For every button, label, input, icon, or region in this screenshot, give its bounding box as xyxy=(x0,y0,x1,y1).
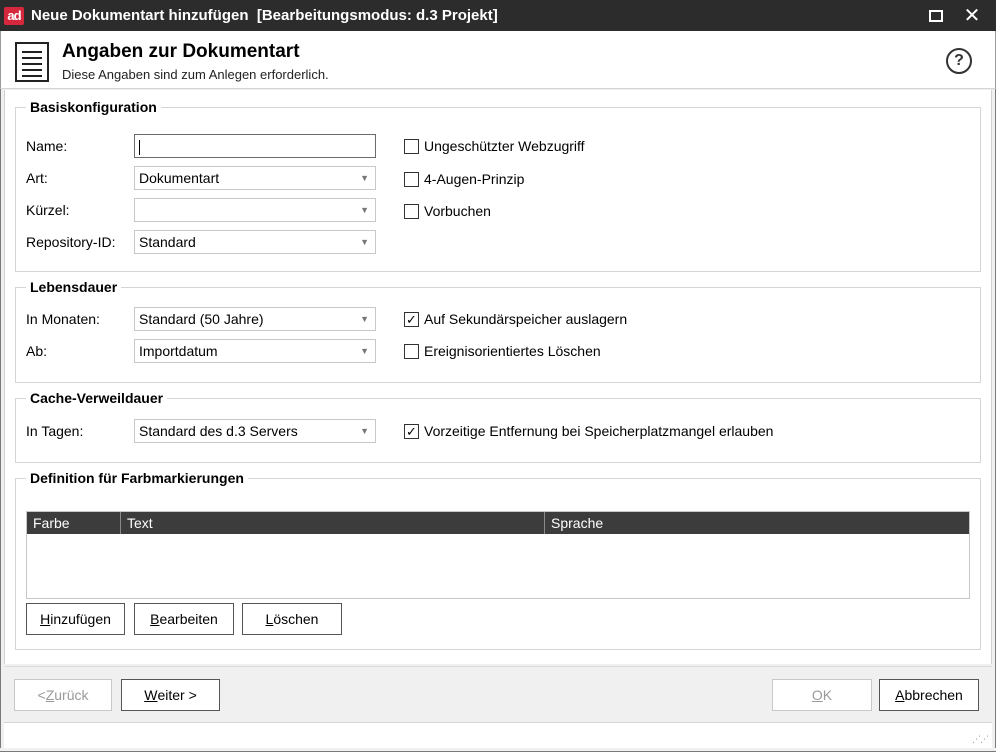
checkbox-sekundaerspeicher-label: Auf Sekundärspeicher auslagern xyxy=(424,311,628,327)
checkbox-ereignis-label: Ereignisorientiertes Löschen xyxy=(424,343,601,359)
window-border-bottom xyxy=(0,748,996,752)
add-button-label: inzufügen xyxy=(50,611,111,627)
delete-button[interactable]: Löschen xyxy=(242,603,342,635)
window-title: Neue Dokumentart hinzufügen [Bearbeitung… xyxy=(31,7,498,24)
column-header-text[interactable]: Text xyxy=(121,512,545,534)
column-header-sprache[interactable]: Sprache xyxy=(545,512,969,534)
checkbox-vier-augen[interactable]: 4-Augen-Prinzip xyxy=(404,169,524,189)
back-button-label: urück xyxy=(54,687,89,703)
cache-legend: Cache-Verweildauer xyxy=(26,389,168,407)
checkbox-box[interactable]: ✓ xyxy=(404,311,419,327)
delete-button-accel: L xyxy=(265,611,274,627)
edit-button-label: earbeiten xyxy=(159,611,218,627)
maximize-button[interactable] xyxy=(916,0,956,31)
chevron-down-icon: ▼ xyxy=(360,314,369,324)
art-select[interactable]: Dokumentart ▼ xyxy=(134,166,376,190)
edit-button-accel: B xyxy=(150,611,160,627)
checkbox-vier-augen-label: 4-Augen-Prinzip xyxy=(424,171,525,187)
edit-button[interactable]: Bearbeiten xyxy=(134,603,234,635)
table-header: Farbe Text Sprache xyxy=(27,512,969,534)
farb-group: Definition für Farbmarkierungen Farbe Te… xyxy=(15,469,981,650)
app-logo-icon: ad xyxy=(4,6,24,25)
tage-select[interactable]: Standard des d.3 Servers ▼ xyxy=(134,419,376,443)
chevron-down-icon: ▼ xyxy=(360,346,369,356)
help-icon[interactable]: ? xyxy=(946,48,972,74)
next-button-accel: W xyxy=(144,687,158,703)
ab-value: Importdatum xyxy=(139,343,218,359)
farb-legend: Definition für Farbmarkierungen xyxy=(26,469,248,487)
checkbox-ereignis[interactable]: Ereignisorientiertes Löschen xyxy=(404,341,601,361)
tage-value: Standard des d.3 Servers xyxy=(139,423,298,439)
lebensdauer-group: Lebensdauer In Monaten: Standard (50 Jah… xyxy=(15,278,981,383)
chevron-down-icon: ▼ xyxy=(360,426,369,436)
back-button-accel: Z xyxy=(45,687,55,703)
back-button-prefix: < xyxy=(37,687,46,703)
document-icon xyxy=(15,42,49,82)
cancel-button-accel: A xyxy=(895,687,905,703)
chevron-down-icon: ▼ xyxy=(360,173,369,183)
status-bar: ⋰⋰ xyxy=(4,722,992,748)
lebensdauer-legend: Lebensdauer xyxy=(26,278,122,296)
name-label: Name: xyxy=(26,138,68,154)
ok-button-accel: O xyxy=(811,687,823,703)
art-label: Art: xyxy=(26,170,48,186)
add-button-accel: H xyxy=(40,611,51,627)
monate-value: Standard (50 Jahre) xyxy=(139,311,264,327)
checkbox-box[interactable] xyxy=(404,138,419,154)
kuerzel-label: Kürzel: xyxy=(26,202,70,218)
chevron-down-icon: ▼ xyxy=(360,237,369,247)
cache-group: Cache-Verweildauer In Tagen: Standard de… xyxy=(15,389,981,463)
text-caret xyxy=(139,139,140,155)
column-header-farbe[interactable]: Farbe xyxy=(27,512,121,534)
ab-select[interactable]: Importdatum ▼ xyxy=(134,339,376,363)
dialog-footer: < Zurück Weiter > OK Abbrechen xyxy=(4,666,992,722)
close-icon: ✕ xyxy=(963,4,981,27)
ok-button-label: K xyxy=(822,687,833,703)
title-bar[interactable]: ad Neue Dokumentart hinzufügen [Bearbeit… xyxy=(0,0,996,31)
ab-label: Ab: xyxy=(26,343,48,359)
checkbox-sekundaerspeicher[interactable]: ✓ Auf Sekundärspeicher auslagern xyxy=(404,309,627,329)
chevron-down-icon: ▼ xyxy=(360,205,369,215)
cancel-button-label: bbrechen xyxy=(904,687,963,703)
repository-id-value: Standard xyxy=(139,234,196,250)
add-button[interactable]: Hinzufügen xyxy=(26,603,125,635)
next-button-label: eiter > xyxy=(157,687,197,703)
name-field[interactable] xyxy=(134,134,376,158)
checkbox-vorzeitig[interactable]: ✓ Vorzeitige Entfernung bei Speicherplat… xyxy=(404,421,773,441)
checkbox-vorbuchen-label: Vorbuchen xyxy=(424,203,491,219)
checkbox-box[interactable]: ✓ xyxy=(404,423,419,439)
checkbox-vorbuchen[interactable]: Vorbuchen xyxy=(404,201,491,221)
back-button[interactable]: < Zurück xyxy=(14,679,112,711)
checkbox-box[interactable] xyxy=(404,203,419,219)
monate-label: In Monaten: xyxy=(26,311,100,327)
dialog-header: Angaben zur Dokumentart Diese Angaben si… xyxy=(0,31,996,89)
repository-id-select[interactable]: Standard ▼ xyxy=(134,230,376,254)
next-button[interactable]: Weiter > xyxy=(121,679,220,711)
checkbox-box[interactable] xyxy=(404,343,419,359)
dialog-content: Basiskonfiguration Name: Art: Dokumentar… xyxy=(4,90,992,664)
cancel-button[interactable]: Abbrechen xyxy=(879,679,979,711)
art-value: Dokumentart xyxy=(139,170,220,186)
resize-grip-icon[interactable]: ⋰⋰ xyxy=(972,734,989,745)
close-button[interactable]: ✕ xyxy=(952,0,992,31)
tage-label: In Tagen: xyxy=(26,423,84,439)
checkbox-vorzeitig-label: Vorzeitige Entfernung bei Speicherplatzm… xyxy=(424,423,774,439)
page-subtitle: Diese Angaben sind zum Anlegen erforderl… xyxy=(62,67,329,82)
checkbox-webzugriff-label: Ungeschützter Webzugriff xyxy=(424,138,585,154)
repository-id-label: Repository-ID: xyxy=(26,234,116,250)
monate-select[interactable]: Standard (50 Jahre) ▼ xyxy=(134,307,376,331)
checkbox-box[interactable] xyxy=(404,171,419,187)
kuerzel-select[interactable]: ▼ xyxy=(134,198,376,222)
basis-legend: Basiskonfiguration xyxy=(26,98,161,116)
ok-button[interactable]: OK xyxy=(772,679,872,711)
basis-group: Basiskonfiguration Name: Art: Dokumentar… xyxy=(15,98,981,272)
window-border-right xyxy=(992,31,996,752)
maximize-icon xyxy=(929,9,943,22)
farb-table[interactable]: Farbe Text Sprache xyxy=(26,511,970,599)
delete-button-label: öschen xyxy=(273,611,319,627)
checkbox-webzugriff[interactable]: Ungeschützter Webzugriff xyxy=(404,136,585,156)
page-title: Angaben zur Dokumentart xyxy=(62,41,300,62)
